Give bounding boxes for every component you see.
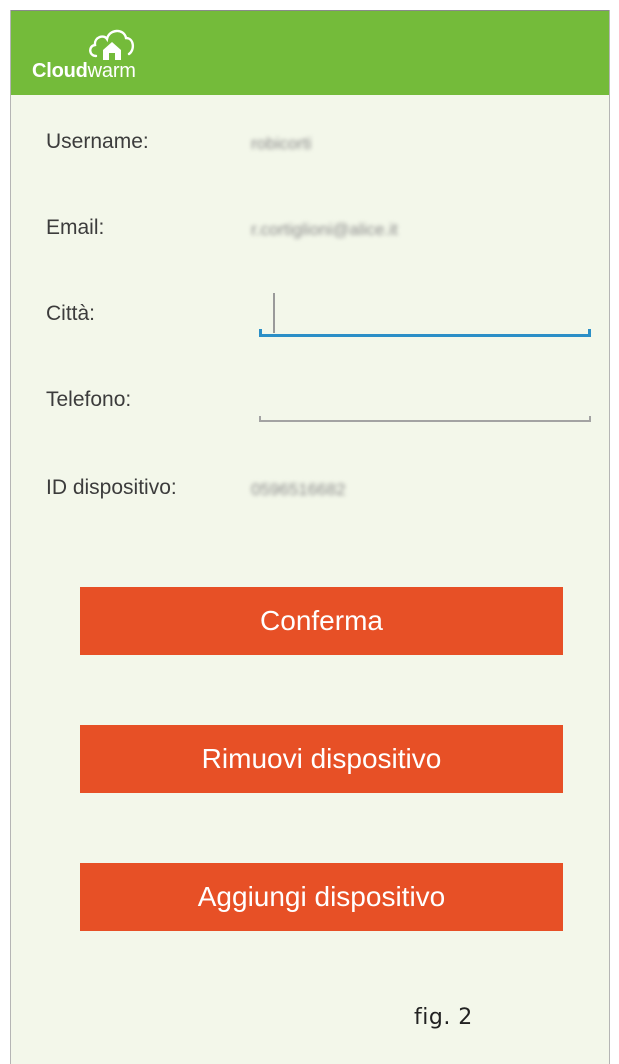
remove-device-button[interactable]: Rimuovi dispositivo <box>80 725 563 793</box>
phone-input[interactable] <box>259 388 591 422</box>
logo-text-light: warm <box>87 60 136 82</box>
email-value: r.cortiglioni@alice.it <box>251 220 398 239</box>
city-input-underline <box>259 334 591 337</box>
device-id-label: ID dispositivo: <box>46 476 177 499</box>
email-label: Email: <box>46 216 105 239</box>
city-label: Città: <box>46 302 96 325</box>
figure-caption: fig. 2 <box>414 1005 473 1030</box>
phone-label: Telefono: <box>46 388 132 411</box>
phone-input-underline <box>259 420 591 422</box>
phone-input-tick-left <box>259 416 261 422</box>
logo-text-bold: Cloud <box>32 60 88 82</box>
device-id-value: 0596516682 <box>251 480 346 499</box>
top-bar: Cloudwarm <box>11 10 609 95</box>
username-value: robicorti <box>251 134 312 153</box>
cloudwarm-logo: Cloudwarm <box>32 24 162 86</box>
username-label: Username: <box>46 130 149 153</box>
add-device-button[interactable]: Aggiungi dispositivo <box>80 863 563 931</box>
cloud-house-icon <box>89 29 134 60</box>
city-input-tick-left <box>259 329 262 337</box>
city-input-tick-right <box>588 329 591 337</box>
app-screen: Cloudwarm Username: robicorti Email: r.c… <box>10 10 610 1064</box>
text-cursor <box>273 293 275 333</box>
phone-input-tick-right <box>589 416 591 422</box>
confirm-button[interactable]: Conferma <box>80 587 563 655</box>
city-input[interactable] <box>259 293 591 337</box>
logo-wordmark: Cloudwarm <box>32 60 136 83</box>
